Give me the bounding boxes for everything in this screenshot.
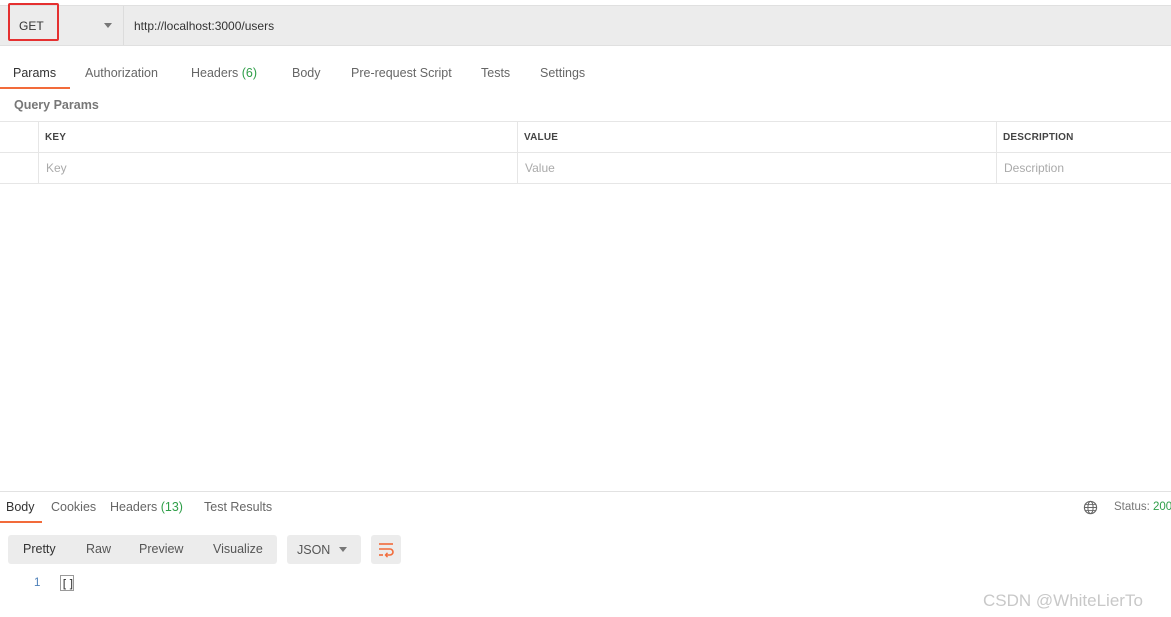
view-mode-pretty[interactable]: Pretty [23,535,56,564]
view-mode-preview[interactable]: Preview [139,535,183,564]
tab-headers-count: (6) [241,66,258,80]
tab-tests[interactable]: Tests [481,66,510,95]
response-active-tab-indicator [0,521,42,523]
response-body-text: [] [61,577,75,591]
value-input[interactable] [518,153,996,183]
header-checkbox-cell [0,122,38,153]
url-input[interactable] [124,6,1171,45]
watermark: CSDN @WhiteLierTo [983,591,1143,610]
request-bar: GET [0,5,1171,46]
view-mode-visualize[interactable]: Visualize [213,535,263,564]
tab-body[interactable]: Body [292,66,321,95]
params-table: KEY VALUE DESCRIPTION [0,121,1171,184]
view-mode-segmented-control: Pretty Raw Preview Visualize [8,535,277,564]
tab-authorization[interactable]: Authorization [85,66,158,95]
response-tab-headers-count: (13) [160,500,183,514]
response-tab-headers[interactable]: Headers (13) [110,500,183,514]
chevron-down-icon [339,547,347,552]
status-value: 200 [1153,501,1171,513]
globe-icon[interactable] [1083,500,1098,515]
column-header-value: VALUE [524,132,559,143]
tab-params[interactable]: Params [13,66,56,95]
key-input[interactable] [39,153,517,183]
tab-pre-request-script[interactable]: Pre-request Script [351,66,452,95]
column-header-key: KEY [45,132,67,143]
tab-headers[interactable]: Headers (6) [191,66,257,95]
table-row [0,153,1171,184]
response-tab-test-results[interactable]: Test Results [204,500,272,514]
format-select[interactable]: JSON [287,535,361,564]
line-number: 1 [34,577,41,589]
response-tab-headers-label: Headers [110,500,158,514]
wrap-lines-button[interactable] [371,535,401,564]
format-label: JSON [297,543,331,557]
active-tab-indicator [0,87,70,89]
key-cell [38,153,517,184]
view-mode-raw[interactable]: Raw [86,535,111,564]
description-input[interactable] [997,153,1171,183]
query-params-title: Query Params [14,98,99,112]
header-key-cell: KEY [38,122,517,153]
method-select[interactable]: GET [0,6,124,45]
header-value-cell: VALUE [517,122,996,153]
response-tab-cookies[interactable]: Cookies [51,500,96,514]
chevron-down-icon [104,23,112,28]
response-divider[interactable] [0,491,1171,492]
response-tab-body[interactable]: Body [6,500,35,514]
column-header-description: DESCRIPTION [1003,132,1074,143]
tab-settings[interactable]: Settings [540,66,585,95]
method-label: GET [19,19,44,33]
description-cell [996,153,1171,184]
tab-headers-label: Headers [191,66,239,80]
wrap-lines-icon [379,543,394,558]
params-table-header: KEY VALUE DESCRIPTION [0,122,1171,153]
row-checkbox-cell [0,153,38,184]
header-description-cell: DESCRIPTION [996,122,1171,153]
status-label: Status: [1114,501,1150,513]
value-cell [517,153,996,184]
